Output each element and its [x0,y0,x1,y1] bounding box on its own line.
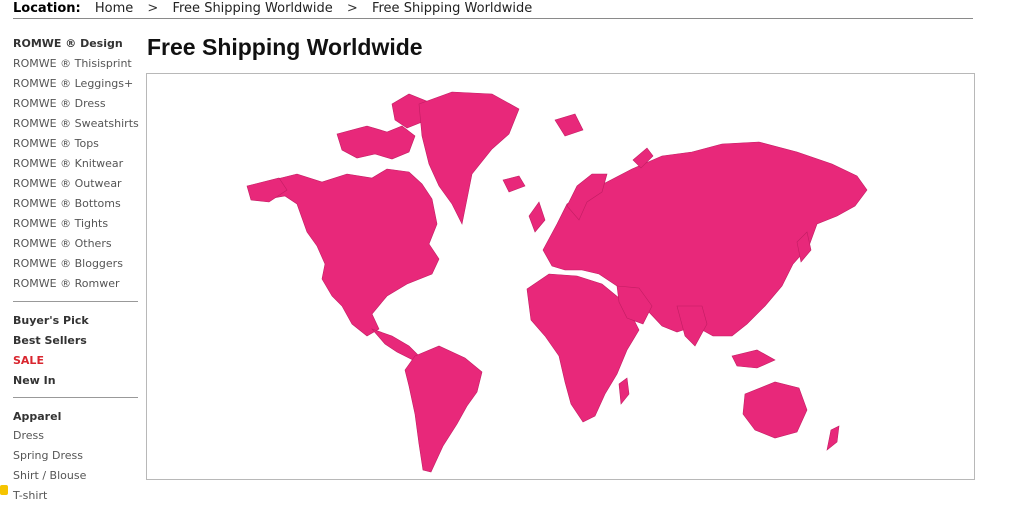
sidebar-item-romwer[interactable]: ROMWE ® Romwer [13,275,138,295]
sidebar-item-shirt-blouse[interactable]: Shirt / Blouse [13,467,138,487]
sidebar-item-sweatshirts[interactable]: ROMWE ® Sweatshirts [13,115,139,135]
sidebar-item-apparel-dress[interactable]: Dress [13,427,138,447]
sidebar-divider [13,301,138,302]
south-america-shape [404,345,483,473]
sidebar-item-bloggers[interactable]: ROMWE ® Bloggers [13,255,138,275]
page-title: Free Shipping Worldwide [147,34,423,60]
sidebar-item-sale[interactable]: SALE [13,351,138,371]
iceland-shape [502,175,526,193]
north-america-shape [256,168,440,337]
alaska-shape [246,177,288,203]
svalbard-shape [554,113,584,137]
sidebar-item-tshirt[interactable]: T-shirt [13,487,138,507]
uk-shape [528,201,546,233]
hot-badge-icon [0,485,8,495]
sidebar-item-others[interactable]: ROMWE ® Others [13,235,138,255]
breadcrumb-home-link[interactable]: Home [95,1,133,16]
sidebar-item-spring-dress[interactable]: Spring Dress [13,447,138,467]
sidebar: ROMWE ® Design ROMWE ® Thisisprint ROMWE… [13,35,139,507]
sidebar-item-tights[interactable]: ROMWE ® Tights [13,215,138,235]
sidebar-item-best-sellers[interactable]: Best Sellers [13,331,138,351]
sidebar-heading-apparel[interactable]: Apparel [13,407,138,427]
world-map [146,73,975,480]
arctic-islands-shape [336,125,416,160]
breadcrumb-separator: > [147,1,159,16]
se-asia-islands-shape [731,349,776,369]
breadcrumb-current: Free Shipping Worldwide [371,1,533,16]
sidebar-item-knitwear[interactable]: ROMWE ® Knitwear [13,155,138,175]
world-map-graphic [246,91,868,473]
sidebar-item-new-in[interactable]: New In [13,371,138,391]
madagascar-shape [618,377,630,405]
central-america-shape [371,328,420,361]
sidebar-divider [13,397,138,398]
australia-shape [742,381,808,439]
sidebar-item-bottoms[interactable]: ROMWE ® Bottoms [13,195,138,215]
sidebar-item-buyers-pick[interactable]: Buyer's Pick [13,311,138,331]
sidebar-item-thisisprint[interactable]: ROMWE ® Thisisprint [13,55,138,75]
breadcrumb-label: Location: [13,1,81,16]
sidebar-item-dress[interactable]: ROMWE ® Dress [13,95,138,115]
sidebar-item-design[interactable]: ROMWE ® Design [13,35,138,55]
breadcrumb-separator: > [346,1,358,16]
sidebar-item-outwear[interactable]: ROMWE ® Outwear [13,175,138,195]
breadcrumb-shipping-link[interactable]: Free Shipping Worldwide [172,1,332,16]
new-zealand-shape [826,425,840,451]
sidebar-item-tops[interactable]: ROMWE ® Tops [13,135,138,155]
breadcrumb: Location: Home > Free Shipping Worldwide… [13,0,973,19]
greenland-shape [418,91,520,225]
sidebar-item-leggings[interactable]: ROMWE ® Leggings+ [13,75,138,95]
